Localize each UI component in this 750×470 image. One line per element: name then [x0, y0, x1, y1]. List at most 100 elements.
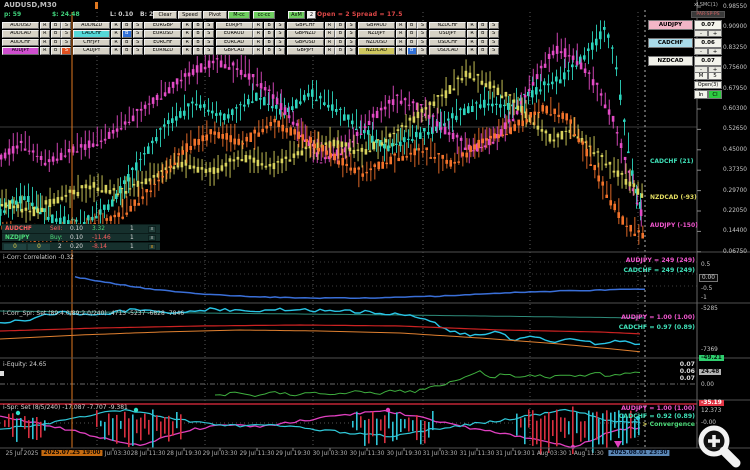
- pair-USDCHF-btn-R[interactable]: R: [467, 38, 477, 47]
- pair-AUDCHF-btn-R[interactable]: R: [39, 38, 50, 47]
- in-button[interactable]: In: [694, 90, 708, 99]
- pair-EURNZD-btn-B[interactable]: B: [193, 47, 203, 55]
- pair-cell-GBPAUD[interactable]: GBPAUD: [358, 22, 395, 30]
- pair-NZDCAD-btn-R[interactable]: R: [395, 47, 406, 55]
- close-all-button[interactable]: Cl: [708, 90, 722, 99]
- pair-cell-AUDCAD[interactable]: AUDCAD: [2, 30, 39, 38]
- pair-cell-USDCAD[interactable]: USDCAD: [429, 47, 467, 55]
- toolbar-button-speed[interactable]: Speed: [178, 11, 202, 19]
- pair-NZDUSD-btn-R[interactable]: R: [395, 38, 406, 47]
- pair-NZDJPY-btn-R[interactable]: R: [395, 30, 406, 38]
- side-lot-minus-CADCHF[interactable]: -: [694, 48, 708, 55]
- pair-GBPUSD-btn-B[interactable]: B: [335, 38, 346, 47]
- pair-cell-GBPUSD[interactable]: GBPUSD: [286, 38, 324, 47]
- side-lot-value-NZDCAD[interactable]: 0.07: [694, 56, 722, 66]
- toolbar-button-pivot[interactable]: Pivot: [203, 11, 227, 19]
- pair-AUDNZD-btn-S[interactable]: S: [132, 22, 143, 30]
- pair-cell-CADJPY[interactable]: CADJPY: [73, 47, 111, 55]
- pair-cell-USDCHF[interactable]: USDCHF: [429, 38, 467, 47]
- pair-NZDCAD-btn-S[interactable]: S: [417, 47, 428, 55]
- pair-USDCHF-btn-B[interactable]: B: [477, 38, 488, 47]
- pair-EURJPY-btn-B[interactable]: B: [264, 22, 275, 30]
- pair-EURJPY-btn-S[interactable]: S: [275, 22, 285, 30]
- pair-cell-GBPJPY[interactable]: GBPJPY: [286, 47, 324, 55]
- trade-close-button[interactable]: x: [148, 226, 156, 233]
- pair-NZDCHF-btn-B[interactable]: B: [477, 22, 488, 30]
- pair-EURGBP-btn-S[interactable]: S: [203, 22, 214, 30]
- pair-EURUSD-btn-B[interactable]: B: [193, 30, 203, 38]
- pair-EURCAD-btn-S[interactable]: S: [275, 38, 285, 47]
- pair-GBPNZD-btn-S[interactable]: S: [346, 30, 357, 38]
- pair-GBPJPY-btn-R[interactable]: R: [324, 47, 335, 55]
- pair-GBPCHF-btn-R[interactable]: R: [324, 22, 335, 30]
- side-lot-minus-AUDJPY[interactable]: -: [694, 30, 708, 37]
- pair-EURCHF-btn-B[interactable]: B: [193, 38, 203, 47]
- pair-NZDUSD-btn-B[interactable]: B: [406, 38, 417, 47]
- pair-EURUSD-btn-S[interactable]: S: [203, 30, 214, 38]
- toolbar-button-2[interactable]: 2: [307, 11, 316, 19]
- pair-AUDJPY-btn-B[interactable]: B: [50, 47, 61, 55]
- pair-EURAUD-btn-B[interactable]: B: [264, 30, 275, 38]
- pair-AUDCAD-btn-S[interactable]: S: [61, 30, 72, 38]
- pair-AUDJPY-btn-S[interactable]: S: [61, 47, 72, 55]
- pair-cell-EURAUD[interactable]: EURAUD: [215, 30, 253, 38]
- pair-GBPUSD-btn-R[interactable]: R: [324, 38, 335, 47]
- pair-GBPCHF-btn-S[interactable]: S: [346, 22, 357, 30]
- pair-CADCHF-btn-R[interactable]: R: [111, 30, 121, 38]
- pair-USDCAD-btn-R[interactable]: R: [467, 47, 477, 55]
- pair-GBPNZD-btn-R[interactable]: R: [324, 30, 335, 38]
- pair-AUDCHF-btn-B[interactable]: B: [50, 38, 61, 47]
- pair-USDCHF-btn-S[interactable]: S: [488, 38, 499, 47]
- side-lot-value-AUDJPY[interactable]: 0.07: [694, 20, 722, 30]
- pair-CADJPY-btn-S[interactable]: S: [132, 47, 143, 55]
- pair-cell-AUDNZD[interactable]: AUDNZD: [73, 22, 111, 30]
- pair-AUDUSD-btn-R[interactable]: R: [39, 22, 50, 30]
- pair-GBPJPY-btn-S[interactable]: S: [346, 47, 357, 55]
- pair-cell-EURCHF[interactable]: EURCHF: [144, 38, 182, 47]
- pair-GBPCAD-btn-B[interactable]: B: [264, 47, 275, 55]
- pair-CHFJPY-btn-S[interactable]: S: [132, 38, 143, 47]
- pair-CADCHF-btn-S[interactable]: S: [132, 30, 143, 38]
- pair-GBPNZD-btn-B[interactable]: B: [335, 30, 346, 38]
- pair-cell-EURUSD[interactable]: EURUSD: [144, 30, 182, 38]
- pair-EURJPY-btn-R[interactable]: R: [253, 22, 264, 30]
- trade-close-button[interactable]: x: [148, 234, 156, 242]
- toolbar-button-clear[interactable]: Clear: [153, 11, 177, 19]
- pair-cell-NZDCAD[interactable]: NZDCAD: [358, 47, 395, 55]
- pair-cell-AUDCHF[interactable]: AUDCHF: [2, 38, 39, 47]
- m-value-field[interactable]: 5: [708, 72, 722, 80]
- pair-AUDCHF-btn-S[interactable]: S: [61, 38, 72, 47]
- pair-cell-EURCAD[interactable]: EURCAD: [215, 38, 253, 47]
- pair-EURAUD-btn-S[interactable]: S: [275, 30, 285, 38]
- pair-EURNZD-btn-R[interactable]: R: [182, 47, 193, 55]
- m-mode-button[interactable]: M: [694, 72, 708, 80]
- pair-cell-EURGBP[interactable]: EURGBP: [144, 22, 182, 30]
- pair-cell-EURJPY[interactable]: EURJPY: [215, 22, 253, 30]
- pair-cell-USDJPY[interactable]: USDJPY: [429, 30, 467, 38]
- pair-CHFJPY-btn-B[interactable]: B: [121, 38, 132, 47]
- pair-cell-CHFJPY[interactable]: CHFJPY: [73, 38, 111, 47]
- pair-EURCHF-btn-S[interactable]: S: [203, 38, 214, 47]
- side-lot-value-CADCHF[interactable]: 0.06: [694, 38, 722, 48]
- pair-cell-AUDUSD[interactable]: AUDUSD: [2, 22, 39, 30]
- toolbar-button-m-cc[interactable]: M-cc: [228, 11, 250, 19]
- pair-AUDUSD-btn-S[interactable]: S: [61, 22, 72, 30]
- pair-EURGBP-btn-B[interactable]: B: [193, 22, 203, 30]
- pair-cell-AUDJPY[interactable]: AUDJPY: [2, 47, 39, 55]
- pair-cell-CADCHF[interactable]: CADCHF: [73, 30, 111, 38]
- side-lot-plus-CADCHF[interactable]: +: [708, 48, 722, 55]
- summary-close-button[interactable]: x: [148, 243, 156, 251]
- pair-GBPJPY-btn-B[interactable]: B: [335, 47, 346, 55]
- pair-GBPCAD-btn-S[interactable]: S: [275, 47, 285, 55]
- pair-NZDCHF-btn-R[interactable]: R: [467, 22, 477, 30]
- pair-USDCAD-btn-B[interactable]: B: [477, 47, 488, 55]
- pair-GBPAUD-btn-S[interactable]: S: [417, 22, 428, 30]
- pair-CADJPY-btn-B[interactable]: B: [121, 47, 132, 55]
- pair-NZDUSD-btn-S[interactable]: S: [417, 38, 428, 47]
- pair-NZDCHF-btn-S[interactable]: S: [488, 22, 499, 30]
- pair-GBPAUD-btn-R[interactable]: R: [395, 22, 406, 30]
- pair-GBPCAD-btn-R[interactable]: R: [253, 47, 264, 55]
- pair-AUDCAD-btn-B[interactable]: B: [50, 30, 61, 38]
- pair-EURAUD-btn-R[interactable]: R: [253, 30, 264, 38]
- pair-USDJPY-btn-S[interactable]: S: [488, 30, 499, 38]
